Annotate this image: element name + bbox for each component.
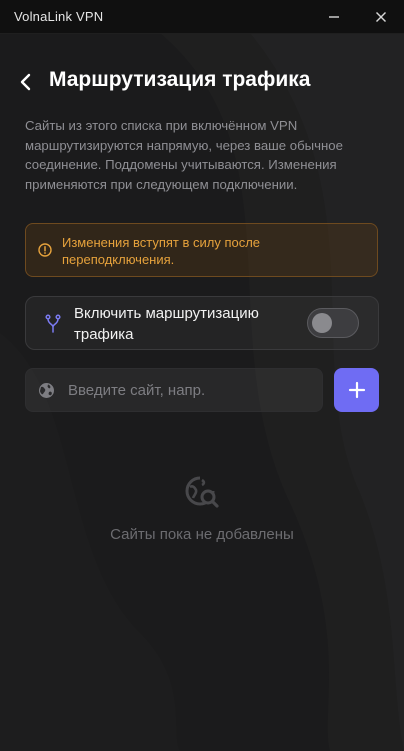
add-site-button[interactable] [334,368,379,412]
chevron-left-icon [20,73,31,91]
warning-text: Изменения вступят в силу после переподкл… [62,235,261,267]
close-icon [376,12,386,22]
description-text: Сайты из этого списка при включённом VPN… [25,118,343,192]
minimize-icon [329,16,339,18]
close-button[interactable] [370,6,392,28]
warning-banner: Изменения вступят в силу после переподкл… [25,223,378,277]
app-title: VolnaLink VPN [14,9,104,24]
globe-icon [39,383,54,398]
site-input[interactable] [68,377,308,403]
page-title: Маршрутизация трафика [49,68,311,91]
minimize-button[interactable] [323,6,345,28]
plus-icon [348,381,365,399]
routing-toggle-switch[interactable] [307,308,359,338]
site-input-box [25,368,323,412]
title-bar: VolnaLink VPN [0,0,404,34]
back-button[interactable] [14,70,38,94]
routing-toggle-label: Включить маршрутизацию трафика [74,305,259,343]
info-icon [38,243,52,257]
switch-knob [312,313,332,333]
route-fork-icon [45,314,61,333]
routing-toggle-card: Включить маршрутизацию трафика [25,296,379,350]
empty-state-text: Сайты пока не добавлены [110,526,294,543]
app-window: VolnaLink VPN Маршрутизация трафика Сайт… [0,0,404,751]
search-globe-icon [185,476,219,508]
